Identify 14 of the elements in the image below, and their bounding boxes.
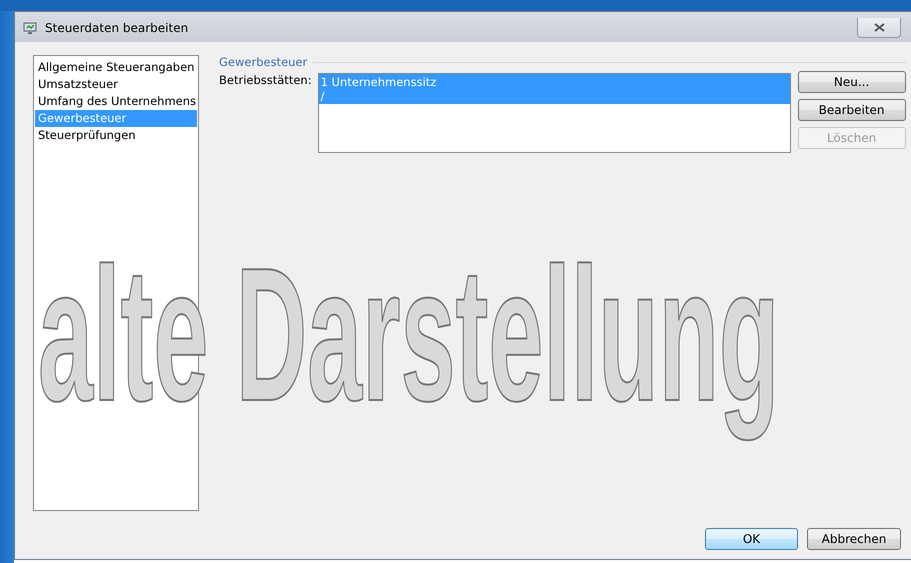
action-button[interactable]: Neu...: [798, 71, 906, 93]
action-button[interactable]: Bearbeiten: [798, 99, 906, 121]
close-icon: [874, 23, 884, 32]
category-item[interactable]: Umsatzsteuer: [35, 76, 197, 93]
category-item[interactable]: Steuerprüfungen: [35, 127, 197, 144]
monitor-icon: [23, 22, 37, 34]
window-title: Steuerdaten bearbeiten: [45, 21, 188, 35]
field-label: Betriebsstätten:: [219, 72, 312, 89]
close-button[interactable]: [857, 18, 901, 38]
cancel-button[interactable]: Abbrechen: [807, 528, 901, 550]
group-title: Gewerbesteuer: [219, 55, 308, 69]
category-item[interactable]: Allgemeine Steuerangaben: [35, 59, 197, 76]
category-item[interactable]: Umfang des Unternehmens: [35, 93, 197, 110]
ok-button[interactable]: OK: [705, 528, 798, 550]
